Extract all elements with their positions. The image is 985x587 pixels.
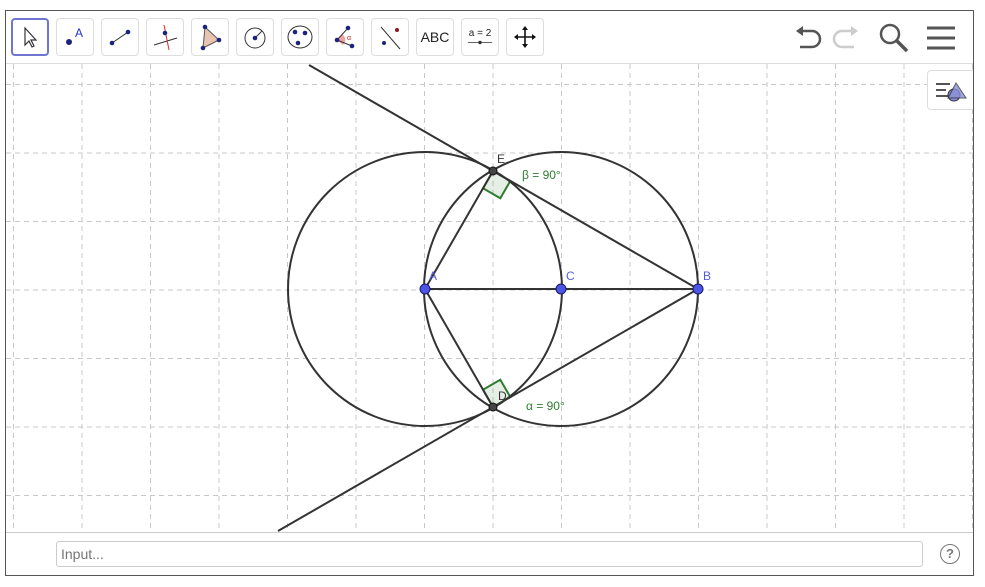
graphics-view[interactable]: A B C D Eβ = 90° α = 90° bbox=[6, 64, 973, 532]
algebra-input[interactable] bbox=[56, 541, 923, 567]
circle-three-points-icon bbox=[287, 25, 313, 49]
point-e[interactable] bbox=[488, 166, 498, 176]
geometry-canvas[interactable]: A B C D Eβ = 90° α = 90° bbox=[6, 64, 973, 532]
label-point-b: B bbox=[703, 269, 711, 283]
point-tool[interactable]: A bbox=[56, 18, 94, 56]
help-icon[interactable]: ? bbox=[940, 544, 960, 564]
search-icon[interactable] bbox=[877, 21, 911, 55]
reflect-icon bbox=[380, 26, 401, 50]
point-d[interactable] bbox=[488, 402, 498, 412]
menu-icon[interactable] bbox=[924, 21, 958, 55]
move-tool[interactable] bbox=[11, 18, 49, 56]
point-a[interactable] bbox=[419, 283, 431, 295]
segment-icon bbox=[109, 29, 131, 46]
angle-beta-marker[interactable] bbox=[481, 169, 512, 200]
perpendicular-icon bbox=[153, 24, 178, 51]
label-point-e: E bbox=[497, 152, 505, 166]
move-arrows-icon bbox=[514, 26, 536, 48]
text-tool-label: ABC bbox=[420, 29, 450, 45]
circle-three-points-tool[interactable] bbox=[281, 18, 319, 56]
tangent-line-bd[interactable] bbox=[277, 288, 699, 532]
slider-icon bbox=[467, 40, 493, 45]
segment-tool[interactable] bbox=[101, 18, 139, 56]
input-bar: ? bbox=[6, 532, 973, 575]
label-point-d: D bbox=[498, 389, 507, 403]
move-graphics-tool[interactable] bbox=[506, 18, 544, 56]
slider-tool-label: a = 2 bbox=[468, 28, 492, 39]
label-point-a: A bbox=[429, 269, 437, 283]
point-b[interactable] bbox=[692, 283, 704, 295]
label-point-c: C bbox=[566, 269, 575, 283]
angle-tool[interactable]: α bbox=[326, 18, 364, 56]
perpendicular-line-tool[interactable] bbox=[146, 18, 184, 56]
style-bar-icon bbox=[936, 82, 967, 102]
point-icon: A bbox=[66, 26, 83, 45]
circle-center-icon bbox=[244, 27, 266, 49]
polygon-tool[interactable] bbox=[191, 18, 229, 56]
toolbar: A α ABC a = 2 bbox=[6, 11, 973, 64]
angle-icon: α bbox=[334, 25, 355, 49]
reflect-tool[interactable] bbox=[371, 18, 409, 56]
redo-icon[interactable] bbox=[828, 21, 862, 55]
svg-text:A: A bbox=[75, 26, 83, 40]
polygon-icon bbox=[200, 24, 222, 51]
style-bar-toggle[interactable] bbox=[927, 70, 973, 110]
point-c[interactable] bbox=[555, 283, 567, 295]
cursor-icon bbox=[24, 26, 38, 48]
circle-center-tool[interactable] bbox=[236, 18, 274, 56]
undo-icon[interactable] bbox=[792, 21, 826, 55]
svg-text:α: α bbox=[347, 35, 351, 42]
segment-ad[interactable] bbox=[424, 288, 494, 408]
angle-alpha-label: α = 90° bbox=[526, 399, 565, 413]
angle-beta-label: β = 90° bbox=[522, 168, 561, 182]
geogebra-window: A α ABC a = 2 ABCDEβ = 90°α = 90° ? bbox=[5, 10, 974, 576]
text-tool[interactable]: ABC bbox=[416, 18, 454, 56]
slider-tool[interactable]: a = 2 bbox=[461, 18, 499, 56]
